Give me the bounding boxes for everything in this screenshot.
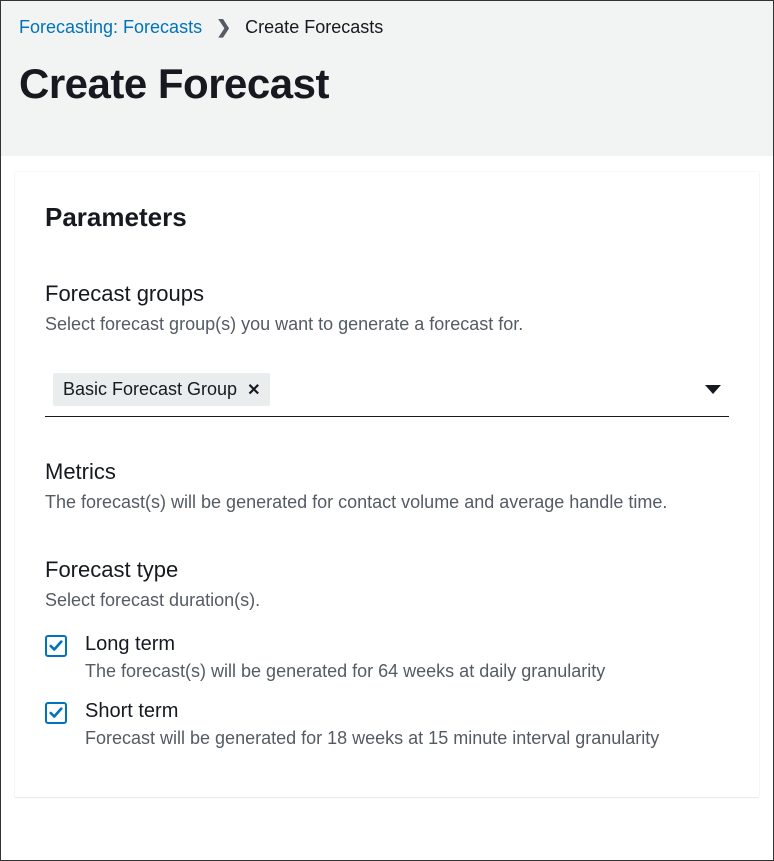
breadcrumb-current: Create Forecasts [245,17,383,38]
selected-group-chip-label: Basic Forecast Group [63,379,237,400]
metrics-label: Metrics [45,459,729,485]
forecast-type-option-long-term: Long term The forecast(s) will be genera… [45,633,729,692]
forecast-groups-field: Forecast groups Select forecast group(s)… [45,281,729,417]
header-region: Forecasting: Forecasts ❯ Create Forecast… [1,1,773,156]
long-term-checkbox[interactable] [45,635,67,657]
parameters-heading: Parameters [45,202,729,233]
long-term-description: The forecast(s) will be generated for 64… [85,658,729,684]
forecast-groups-description: Select forecast group(s) you want to gen… [45,311,729,337]
forecast-groups-select[interactable]: Basic Forecast Group ✕ [45,365,729,417]
forecast-type-options: Long term The forecast(s) will be genera… [45,633,729,759]
long-term-title: Long term [85,633,729,656]
short-term-body: Short term Forecast will be generated fo… [85,700,729,759]
short-term-title: Short term [85,700,729,723]
page-title: Create Forecast [19,60,755,108]
selected-group-chip: Basic Forecast Group ✕ [53,373,270,406]
forecast-type-label: Forecast type [45,557,729,583]
metrics-description: The forecast(s) will be generated for co… [45,489,729,515]
breadcrumb: Forecasting: Forecasts ❯ Create Forecast… [19,17,755,38]
breadcrumb-parent-link[interactable]: Forecasting: Forecasts [19,17,202,38]
parameters-panel: Parameters Forecast groups Select foreca… [15,172,759,797]
remove-chip-icon[interactable]: ✕ [247,380,260,400]
metrics-field: Metrics The forecast(s) will be generate… [45,459,729,515]
short-term-description: Forecast will be generated for 18 weeks … [85,725,729,751]
forecast-groups-label: Forecast groups [45,281,729,307]
chevron-right-icon: ❯ [216,17,231,38]
long-term-body: Long term The forecast(s) will be genera… [85,633,729,692]
caret-down-icon [705,385,721,394]
forecast-type-option-short-term: Short term Forecast will be generated fo… [45,700,729,759]
forecast-type-description: Select forecast duration(s). [45,587,729,613]
check-icon [49,639,63,653]
forecast-type-field: Forecast type Select forecast duration(s… [45,557,729,759]
short-term-checkbox[interactable] [45,702,67,724]
check-icon [49,706,63,720]
